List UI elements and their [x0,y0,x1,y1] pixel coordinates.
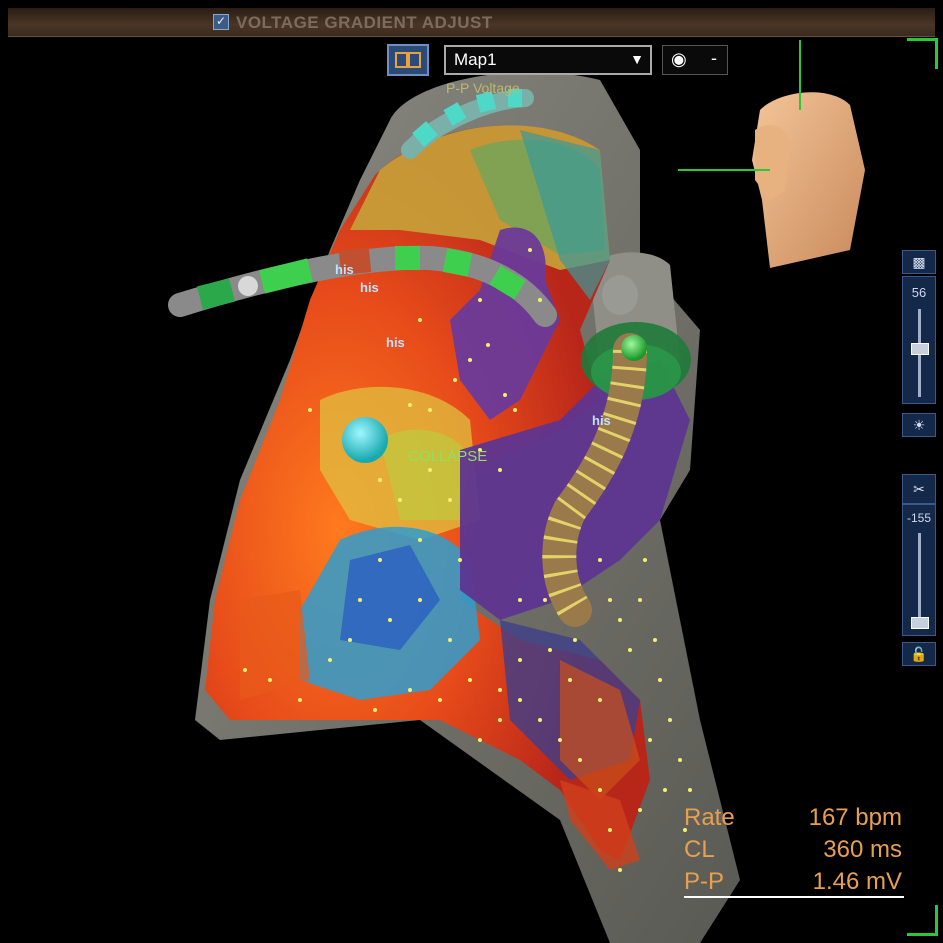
slider2-track [918,533,921,629]
slider2-thumb[interactable] [911,617,929,629]
slider1-thumb[interactable] [911,343,929,355]
marker-sphere[interactable] [342,417,388,463]
split-view-icon-pane [408,52,421,68]
split-view-button[interactable] [387,44,429,76]
lock-icon: 🔓 [910,646,928,662]
collapse-label: COLLAPSE [408,448,488,465]
cl-row: CL 360 ms [684,836,902,868]
visibility-state: - [711,48,717,68]
layer-toggle-icon: ▩ [912,254,926,270]
measurement-readout: Rate 167 bpm CL 360 ms P-P 1.46 mV [684,804,904,900]
clip-icon: ✂ [913,481,925,497]
layer-toggle-button[interactable]: ▩ [902,250,936,274]
light-icon: ☀ [912,417,926,433]
map-select-dropdown[interactable]: Map1 ▼ [444,45,652,75]
visibility-toggle[interactable]: ◉ - [662,45,728,75]
split-view-icon [395,52,408,68]
3d-voltage-map[interactable] [0,0,943,943]
frame-corner-bottom-right [907,905,938,936]
rate-value: 167 bpm [808,804,902,831]
cl-label: CL [684,836,715,863]
clip-button[interactable]: ✂ [902,474,936,504]
opacity-slider[interactable]: 56 [902,276,936,404]
slider2-value: -155 [906,511,932,525]
readout-divider [684,896,904,898]
rate-label: Rate [684,804,735,831]
rate-row: Rate 167 bpm [684,804,902,836]
map-select-value: Map1 [454,50,497,69]
frame-corner-top-right [907,38,938,69]
eye-icon: ◉ [671,49,687,69]
clip-slider[interactable]: -155 [902,504,936,636]
map-type-label: P-P Voltage [446,80,520,96]
electrode-label: his [335,262,354,277]
cl-value: 360 ms [823,836,902,863]
electrode-label: his [360,280,379,295]
light-button[interactable]: ☀ [902,413,936,437]
lock-button[interactable]: 🔓 [902,642,936,666]
slider1-value: 56 [911,285,927,300]
pp-value: 1.46 mV [812,868,902,895]
pp-label: P-P [684,868,725,895]
electrode-label: his [386,335,405,350]
electrode-label: his [592,413,611,428]
chevron-down-icon: ▼ [630,51,644,67]
